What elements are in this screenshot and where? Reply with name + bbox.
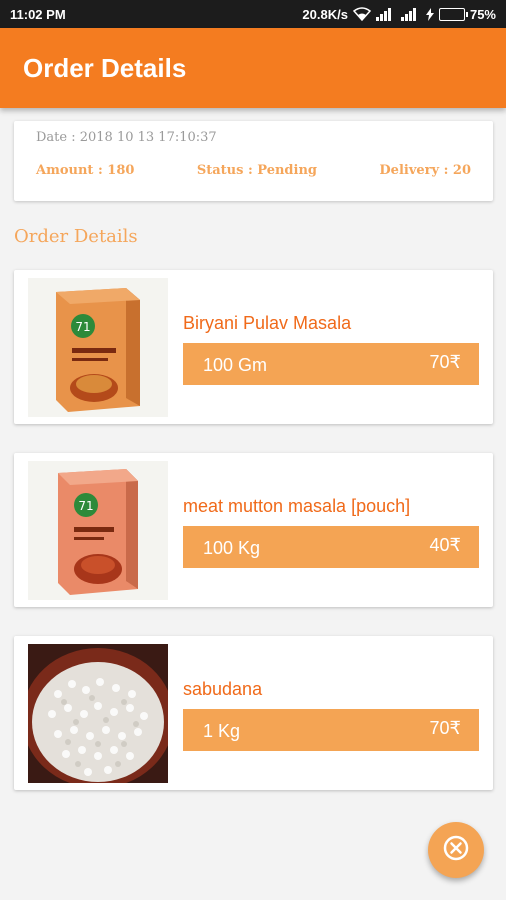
signal-icon — [375, 7, 396, 21]
product-price: 40₹ — [429, 535, 461, 555]
charging-icon — [425, 7, 434, 21]
svg-text:71: 71 — [78, 499, 93, 513]
product-quantity: 100 Kg — [203, 538, 261, 558]
wifi-icon — [352, 7, 371, 21]
product-price: 70₹ — [429, 352, 461, 372]
signal-icon-2 — [400, 7, 421, 21]
quantity-price-bar: 1 Kg 70₹ — [183, 709, 479, 751]
product-price: 70₹ — [429, 718, 461, 738]
order-status: Status : Pending — [196, 163, 317, 178]
quantity-price-bar: 100 Kg 40₹ — [183, 526, 479, 568]
product-quantity: 1 Kg — [203, 721, 241, 741]
battery-icon — [438, 7, 468, 21]
product-quantity: 100 Gm — [203, 355, 268, 375]
product-image: 71 — [28, 461, 168, 600]
network-speed: 20.8K/s — [302, 6, 348, 22]
product-name: meat mutton masala [pouch] — [183, 496, 411, 516]
product-image: 71 — [28, 278, 168, 417]
battery-percent: 75% — [469, 6, 496, 22]
order-item[interactable]: 71 meat mutton masala [pouch] 100 Kg 40₹ — [14, 453, 493, 607]
summary-row: Amount : 180 Status : Pending Delivery :… — [36, 163, 471, 178]
product-name: sabudana — [183, 679, 263, 699]
order-item[interactable]: 71 Biryani Pulav Masala 100 Gm 70₹ — [14, 270, 493, 424]
order-summary-card: Date : 2018 10 13 17:10:37 Amount : 180 … — [14, 121, 493, 201]
status-time: 11:02 PM — [10, 6, 66, 22]
app-bar: Order Details — [0, 28, 506, 108]
svg-text:71: 71 — [75, 320, 90, 334]
page-title: Order Details — [23, 52, 187, 83]
product-name: Biryani Pulav Masala — [183, 313, 352, 333]
order-amount: Amount : 180 — [36, 163, 135, 178]
section-title: Order Details — [14, 226, 138, 247]
order-item[interactable]: sabudana 1 Kg 70₹ — [14, 636, 493, 790]
close-circle-icon — [443, 835, 469, 866]
quantity-price-bar: 100 Gm 70₹ — [183, 343, 479, 385]
product-image — [28, 644, 168, 783]
close-fab-button[interactable] — [428, 822, 484, 878]
status-bar: 11:02 PM 20.8K/s 75% — [0, 0, 506, 28]
order-delivery: Delivery : 20 — [379, 163, 471, 178]
order-date: Date : 2018 10 13 17:10:37 — [36, 130, 217, 145]
